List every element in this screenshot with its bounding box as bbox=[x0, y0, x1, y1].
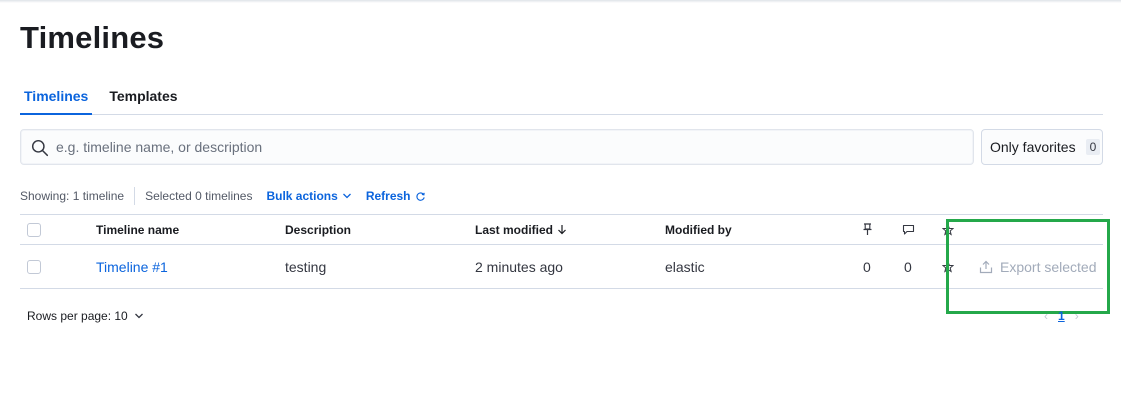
page-title: Timelines bbox=[20, 20, 165, 55]
only-favorites-label: Only favorites bbox=[990, 139, 1076, 155]
selected-count: Selected 0 timelines bbox=[145, 189, 253, 203]
timeline-name-cell: Timeline #1 bbox=[96, 245, 168, 288]
modified-by-cell: elastic bbox=[665, 258, 705, 275]
header-shadow bbox=[0, 0, 1121, 3]
utility-bar: Showing: 1 timeline Selected 0 timelines… bbox=[20, 186, 426, 206]
pagination: ‹ 1 › bbox=[1044, 309, 1079, 323]
last-modified-cell: 2 minutes ago bbox=[475, 258, 563, 275]
notes-count-cell: 0 bbox=[904, 258, 912, 275]
column-header-last-modified[interactable]: Last modified bbox=[475, 215, 567, 244]
pinned-count-cell: 0 bbox=[863, 258, 871, 275]
description-cell: testing bbox=[285, 258, 327, 275]
column-header-pinned[interactable] bbox=[862, 215, 873, 244]
utility-divider bbox=[134, 187, 136, 205]
tab-timelines[interactable]: Timelines bbox=[20, 80, 93, 115]
bulk-actions-button[interactable]: Bulk actions bbox=[266, 189, 351, 203]
bulk-actions-label: Bulk actions bbox=[266, 189, 338, 203]
sort-descending-icon bbox=[558, 225, 566, 235]
column-header-description[interactable]: Description bbox=[285, 215, 351, 244]
rows-per-page-label: Rows per page: 10 bbox=[27, 309, 128, 323]
previous-page-icon[interactable]: ‹ bbox=[1044, 309, 1048, 323]
showing-count: Showing: 1 timeline bbox=[20, 189, 125, 203]
chevron-down-icon bbox=[342, 193, 351, 199]
next-page-icon[interactable]: › bbox=[1075, 309, 1079, 323]
column-header-modified-by[interactable]: Modified by bbox=[665, 215, 732, 244]
timeline-name-link[interactable]: Timeline #1 bbox=[96, 259, 168, 275]
tab-bar: Timelines Templates bbox=[20, 80, 1103, 115]
refresh-icon bbox=[415, 191, 425, 201]
timelines-table: Timeline name Description Last modified … bbox=[20, 214, 1103, 289]
highlight-annotation bbox=[946, 219, 1110, 314]
page-number[interactable]: 1 bbox=[1058, 309, 1065, 323]
pin-icon bbox=[863, 223, 872, 235]
column-header-name[interactable]: Timeline name bbox=[96, 215, 179, 244]
search-box bbox=[20, 129, 974, 165]
chevron-down-icon bbox=[134, 313, 143, 319]
refresh-label: Refresh bbox=[365, 189, 411, 203]
favorites-count-badge: 0 bbox=[1085, 139, 1101, 155]
select-all-checkbox[interactable] bbox=[27, 222, 41, 237]
column-header-notes[interactable] bbox=[902, 215, 915, 244]
row-checkbox[interactable] bbox=[27, 259, 41, 274]
select-all-cell bbox=[27, 215, 41, 244]
row-select-cell bbox=[27, 245, 41, 288]
tab-templates[interactable]: Templates bbox=[105, 80, 181, 115]
search-input[interactable] bbox=[56, 130, 956, 164]
last-modified-label: Last modified bbox=[475, 222, 554, 237]
rows-per-page-button[interactable]: Rows per page: 10 bbox=[27, 309, 144, 323]
table-row: Timeline #1 testing 2 minutes ago elasti… bbox=[20, 245, 1103, 289]
refresh-button[interactable]: Refresh bbox=[366, 189, 426, 203]
only-favorites-button[interactable]: Only favorites 0 bbox=[981, 129, 1103, 165]
table-header: Timeline name Description Last modified … bbox=[20, 214, 1103, 245]
comment-icon bbox=[902, 224, 915, 235]
search-icon bbox=[31, 139, 49, 157]
